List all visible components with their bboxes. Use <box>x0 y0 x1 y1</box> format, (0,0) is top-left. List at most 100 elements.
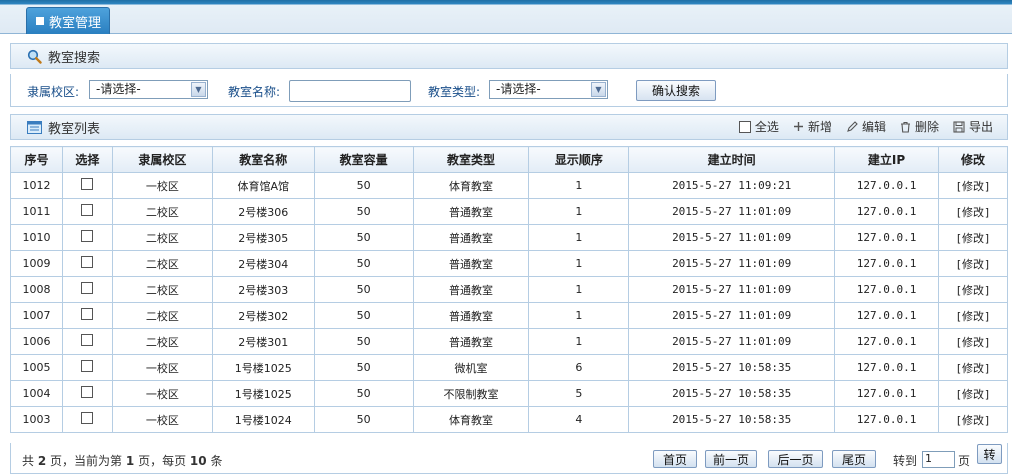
cell-campus: 二校区 <box>111 328 213 355</box>
cell-name: 2号楼302 <box>211 302 315 329</box>
cell-ip: 127.0.0.1 <box>834 198 939 225</box>
select-all-toggle[interactable]: 全选 <box>738 118 779 135</box>
cell-ip: 127.0.0.1 <box>834 250 939 277</box>
cell-edit[interactable]: [修改] <box>938 302 1008 329</box>
cell-edit[interactable]: [修改] <box>938 276 1008 303</box>
row-select-cell <box>61 250 113 277</box>
cell-edit[interactable]: [修改] <box>938 250 1008 277</box>
row-checkbox[interactable] <box>81 256 94 268</box>
prev-page-button[interactable]: 前一页 <box>705 450 757 468</box>
cell-capacity: 50 <box>313 224 414 251</box>
go-button[interactable]: 转 <box>977 444 1002 464</box>
select-all-checkbox[interactable] <box>738 120 751 133</box>
cell-name: 2号楼306 <box>211 198 315 225</box>
add-button[interactable]: 新增 <box>793 118 832 135</box>
cell-name: 2号楼304 <box>211 250 315 277</box>
cell-campus: 一校区 <box>111 354 213 381</box>
row-checkbox[interactable] <box>81 334 94 346</box>
row-checkbox[interactable] <box>81 308 94 320</box>
cell-name: 1号楼1024 <box>211 406 315 433</box>
cell-edit[interactable]: [修改] <box>938 328 1008 355</box>
cell-capacity: 50 <box>313 328 414 355</box>
pagination-info: 共 2 页，当前为第 1 页，每页 10 条 <box>22 452 222 469</box>
column-header: 序号 <box>10 146 63 173</box>
cell-id: 1009 <box>10 250 63 277</box>
type-select[interactable]: -请选择- ▼ <box>489 80 608 99</box>
cell-id: 1011 <box>10 198 63 225</box>
cell-order: 1 <box>528 328 630 355</box>
cell-ip: 127.0.0.1 <box>834 224 939 251</box>
last-page-button[interactable]: 尾页 <box>832 450 876 468</box>
cell-edit[interactable]: [修改] <box>938 198 1008 225</box>
table-row: 1011 二校区 2号楼306 50 普通教室 1 2015-5-27 11:01:09 12… <box>10 198 1008 225</box>
search-panel-header: 教室搜索 <box>10 43 1008 69</box>
cell-edit[interactable]: [修改] <box>938 172 1008 199</box>
table-row: 1006 二校区 2号楼301 50 普通教室 1 2015-5-27 11:01:09 12… <box>10 328 1008 355</box>
cell-type: 微机室 <box>412 354 530 381</box>
export-button[interactable]: 导出 <box>953 118 993 135</box>
row-checkbox[interactable] <box>81 386 94 398</box>
cell-edit[interactable]: [修改] <box>938 224 1008 251</box>
column-header: 教室名称 <box>211 146 315 173</box>
goto-page-input[interactable]: 1 <box>922 451 955 468</box>
cell-order: 5 <box>528 380 630 407</box>
row-checkbox[interactable] <box>81 204 94 216</box>
cell-time: 2015-5-27 10:58:35 <box>628 380 836 407</box>
first-page-button[interactable]: 首页 <box>653 450 697 468</box>
cell-edit[interactable]: [修改] <box>938 354 1008 381</box>
row-checkbox[interactable] <box>81 360 94 372</box>
cell-type: 普通教室 <box>412 224 530 251</box>
pencil-icon <box>846 120 858 133</box>
row-select-cell <box>61 354 113 381</box>
column-header: 选择 <box>61 146 113 173</box>
cell-time: 2015-5-27 11:01:09 <box>628 224 836 251</box>
chevron-down-icon: ▼ <box>591 82 606 97</box>
cell-order: 1 <box>528 172 630 199</box>
cell-ip: 127.0.0.1 <box>834 172 939 199</box>
cell-order: 1 <box>528 224 630 251</box>
table-row: 1007 二校区 2号楼302 50 普通教室 1 2015-5-27 11:01:09 12… <box>10 302 1008 329</box>
cell-id: 1008 <box>10 276 63 303</box>
cell-ip: 127.0.0.1 <box>834 406 939 433</box>
cell-edit[interactable]: [修改] <box>938 406 1008 433</box>
pager-text: 页，当前为第 <box>50 454 123 468</box>
row-checkbox[interactable] <box>81 178 94 190</box>
cell-capacity: 50 <box>313 380 414 407</box>
cell-campus: 二校区 <box>111 198 213 225</box>
cell-capacity: 50 <box>313 198 414 225</box>
edit-button[interactable]: 编辑 <box>846 118 886 135</box>
campus-select[interactable]: -请选择- ▼ <box>89 80 208 99</box>
next-page-button[interactable]: 后一页 <box>768 450 823 468</box>
cell-campus: 二校区 <box>111 250 213 277</box>
column-header: 显示顺序 <box>528 146 630 173</box>
tab-classroom-management[interactable]: 教室管理 <box>26 7 110 34</box>
row-checkbox[interactable] <box>81 230 94 242</box>
cell-id: 1006 <box>10 328 63 355</box>
table-row: 1008 二校区 2号楼303 50 普通教室 1 2015-5-27 11:01:09 12… <box>10 276 1008 303</box>
tab-square-icon <box>36 17 44 25</box>
cell-capacity: 50 <box>313 406 414 433</box>
cell-order: 1 <box>528 198 630 225</box>
row-select-cell <box>61 172 113 199</box>
cell-order: 1 <box>528 302 630 329</box>
classroom-name-input[interactable] <box>289 80 411 102</box>
list-toolbar: 全选 新增 编辑 删除 导出 <box>738 118 993 135</box>
row-checkbox[interactable] <box>81 282 94 294</box>
table-row: 1005 一校区 1号楼1025 50 微机室 6 2015-5-27 10:58:35 12… <box>10 354 1008 381</box>
cell-ip: 127.0.0.1 <box>834 328 939 355</box>
pager-text: 条 <box>210 454 223 468</box>
cell-type: 普通教室 <box>412 302 530 329</box>
trash-icon <box>900 121 911 133</box>
cell-id: 1010 <box>10 224 63 251</box>
total-pages: 2 <box>37 454 47 468</box>
cell-type: 普通教室 <box>412 250 530 277</box>
row-checkbox[interactable] <box>81 412 94 424</box>
delete-button[interactable]: 删除 <box>900 118 939 135</box>
cell-name: 体育馆A馆 <box>211 172 315 199</box>
table-row: 1009 二校区 2号楼304 50 普通教室 1 2015-5-27 11:01:09 12… <box>10 250 1008 277</box>
cell-time: 2015-5-27 10:58:35 <box>628 354 836 381</box>
cell-edit[interactable]: [修改] <box>938 380 1008 407</box>
cell-order: 1 <box>528 276 630 303</box>
confirm-search-button[interactable]: 确认搜索 <box>636 80 716 101</box>
cell-id: 1003 <box>10 406 63 433</box>
